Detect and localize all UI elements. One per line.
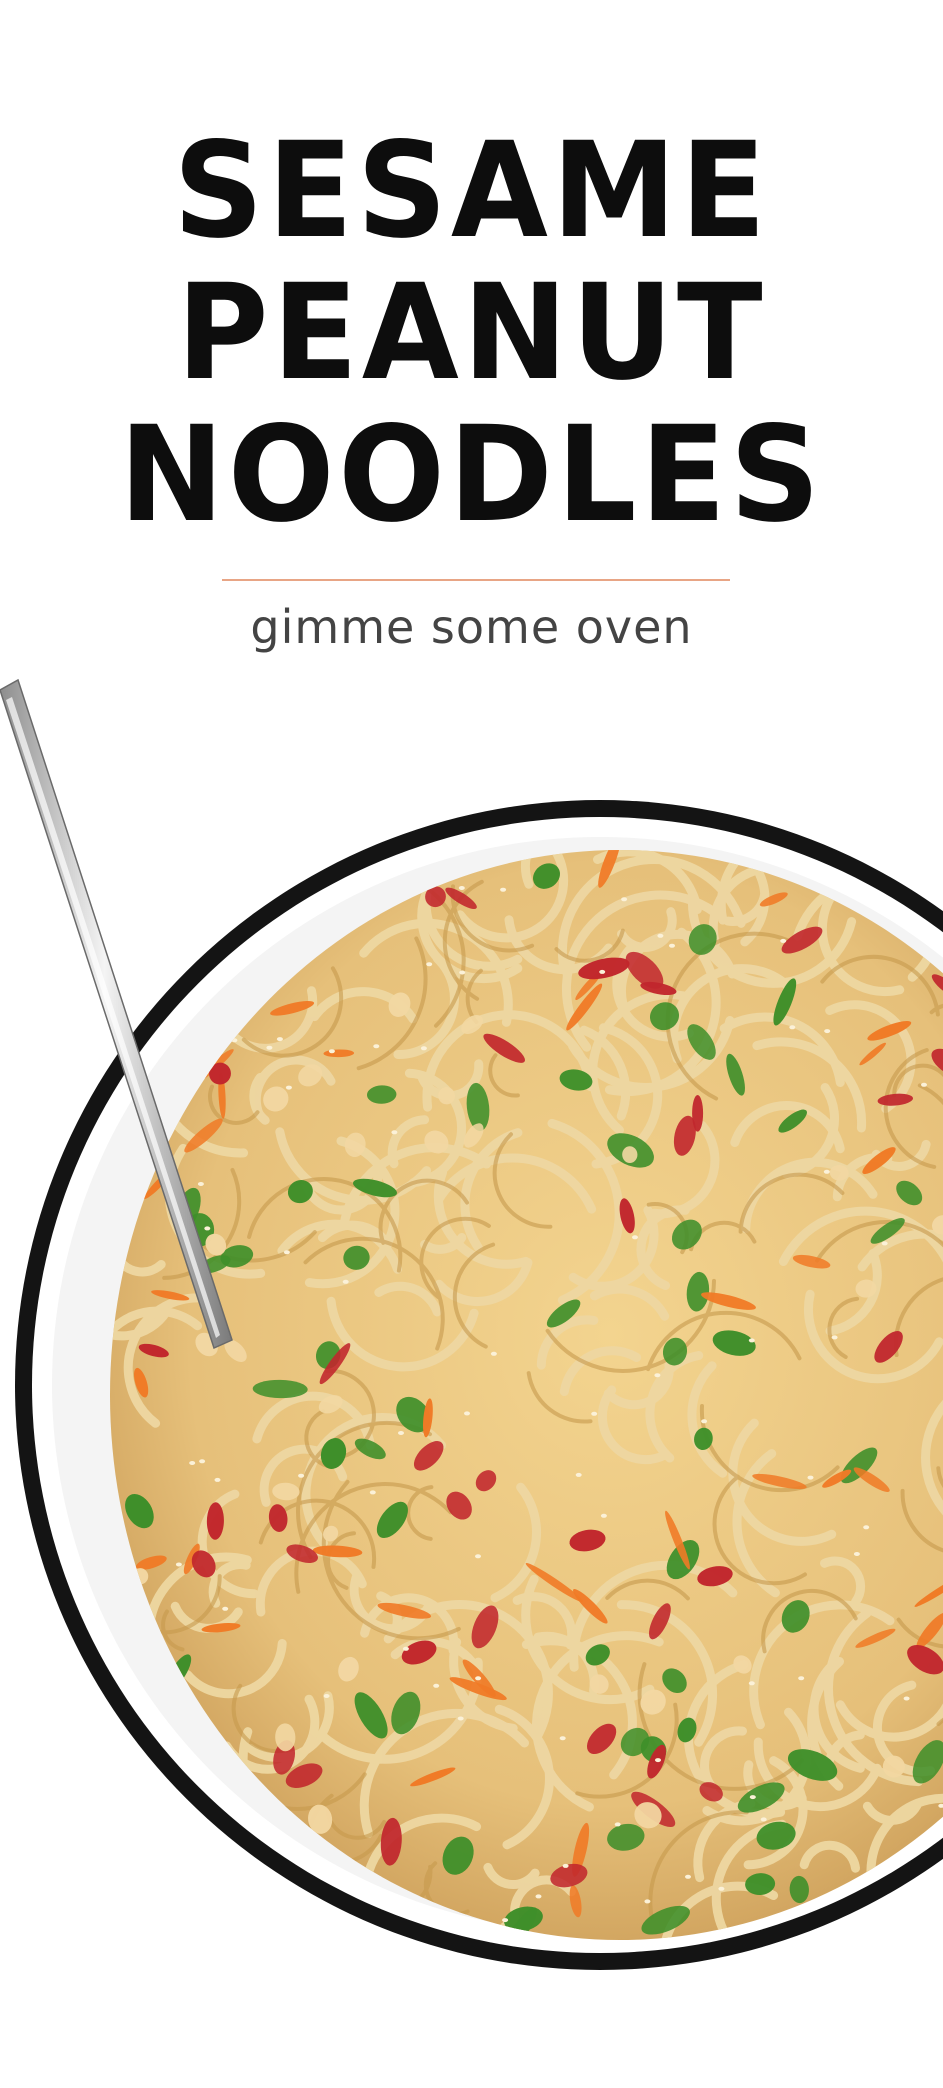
sesame-seed (458, 886, 465, 890)
sesame-seed (749, 1795, 756, 1800)
sesame-seed (276, 1037, 283, 1042)
sesame-seed (204, 1226, 211, 1231)
sesame-seed (199, 1459, 206, 1464)
sesame-seed (644, 1899, 651, 1904)
sesame-seed (669, 943, 675, 948)
sesame-seed (903, 1696, 910, 1701)
sesame-seed (657, 933, 664, 938)
sesame-seed (921, 1082, 927, 1087)
sesame-seed (798, 1676, 805, 1681)
sesame-seed (591, 1411, 598, 1416)
title-line-1: SESAME (173, 114, 770, 268)
sesame-seed (559, 1736, 566, 1741)
sesame-seed (881, 1241, 888, 1246)
sesame-seed (701, 1419, 708, 1424)
title-line-3: NOODLES (119, 398, 824, 552)
sesame-seed (789, 1025, 796, 1030)
sesame-seed (535, 1894, 542, 1899)
red-cabbage-piece (692, 1094, 704, 1132)
sesame-seed (853, 1552, 860, 1556)
sesame-seed (402, 1646, 409, 1651)
sesame-seed (197, 1182, 204, 1186)
sesame-seed (824, 1029, 831, 1034)
sesame-seed (328, 1049, 335, 1054)
sesame-seed (654, 1373, 661, 1378)
sesame-seed (398, 1431, 404, 1435)
sesame-seed (748, 1338, 755, 1343)
sesame-seed (718, 1886, 725, 1891)
sesame-seed (323, 1694, 330, 1698)
sesame-seed (475, 1554, 481, 1559)
sesame-seed (222, 1606, 229, 1611)
sesame-seed (502, 1918, 509, 1923)
sesame-seed (600, 1513, 607, 1518)
sesame-seed (189, 1461, 196, 1465)
sesame-seed (575, 1472, 582, 1477)
sesame-seed (562, 1863, 569, 1868)
sesame-seed (433, 1683, 440, 1688)
sesame-seed (285, 1085, 292, 1090)
sesame-seed (426, 962, 433, 967)
sesame-seed (214, 1477, 221, 1482)
sesame-seed (760, 1817, 767, 1822)
sesame-seed (621, 897, 628, 902)
sesame-seed (298, 1473, 305, 1478)
sesame-seed (464, 1411, 470, 1416)
sesame-seed (342, 1279, 349, 1284)
sesame-seed (599, 969, 606, 974)
sesame-seed (685, 1874, 691, 1879)
sesame-seed (655, 1758, 661, 1763)
title-divider (222, 579, 730, 581)
sesame-seed (831, 1335, 838, 1340)
sesame-seed (500, 887, 507, 892)
sesame-seed (391, 1130, 398, 1135)
sesame-seed (863, 1525, 870, 1530)
noodle-bowl-photo (0, 678, 943, 1970)
sesame-seed (748, 1681, 755, 1686)
title-line-2: PEANUT (176, 256, 767, 410)
sesame-seed (457, 1716, 464, 1721)
sesame-seed (369, 1490, 376, 1495)
sesame-seed (780, 938, 787, 943)
sesame-seed (283, 1250, 290, 1255)
sesame-seed (175, 1562, 182, 1567)
sesame-seed (475, 1676, 482, 1681)
sesame-seed (420, 1046, 427, 1051)
recipe-title: SESAME PEANUT NOODLES (0, 120, 943, 546)
sesame-seed (807, 1475, 814, 1480)
sesame-seed (459, 970, 466, 975)
sesame-seed (373, 1044, 380, 1049)
sesame-seed (266, 1045, 273, 1050)
sesame-seed (823, 1169, 830, 1174)
sesame-seed (614, 1822, 621, 1827)
sesame-seed (632, 1235, 638, 1240)
sesame-seed (490, 1351, 497, 1356)
